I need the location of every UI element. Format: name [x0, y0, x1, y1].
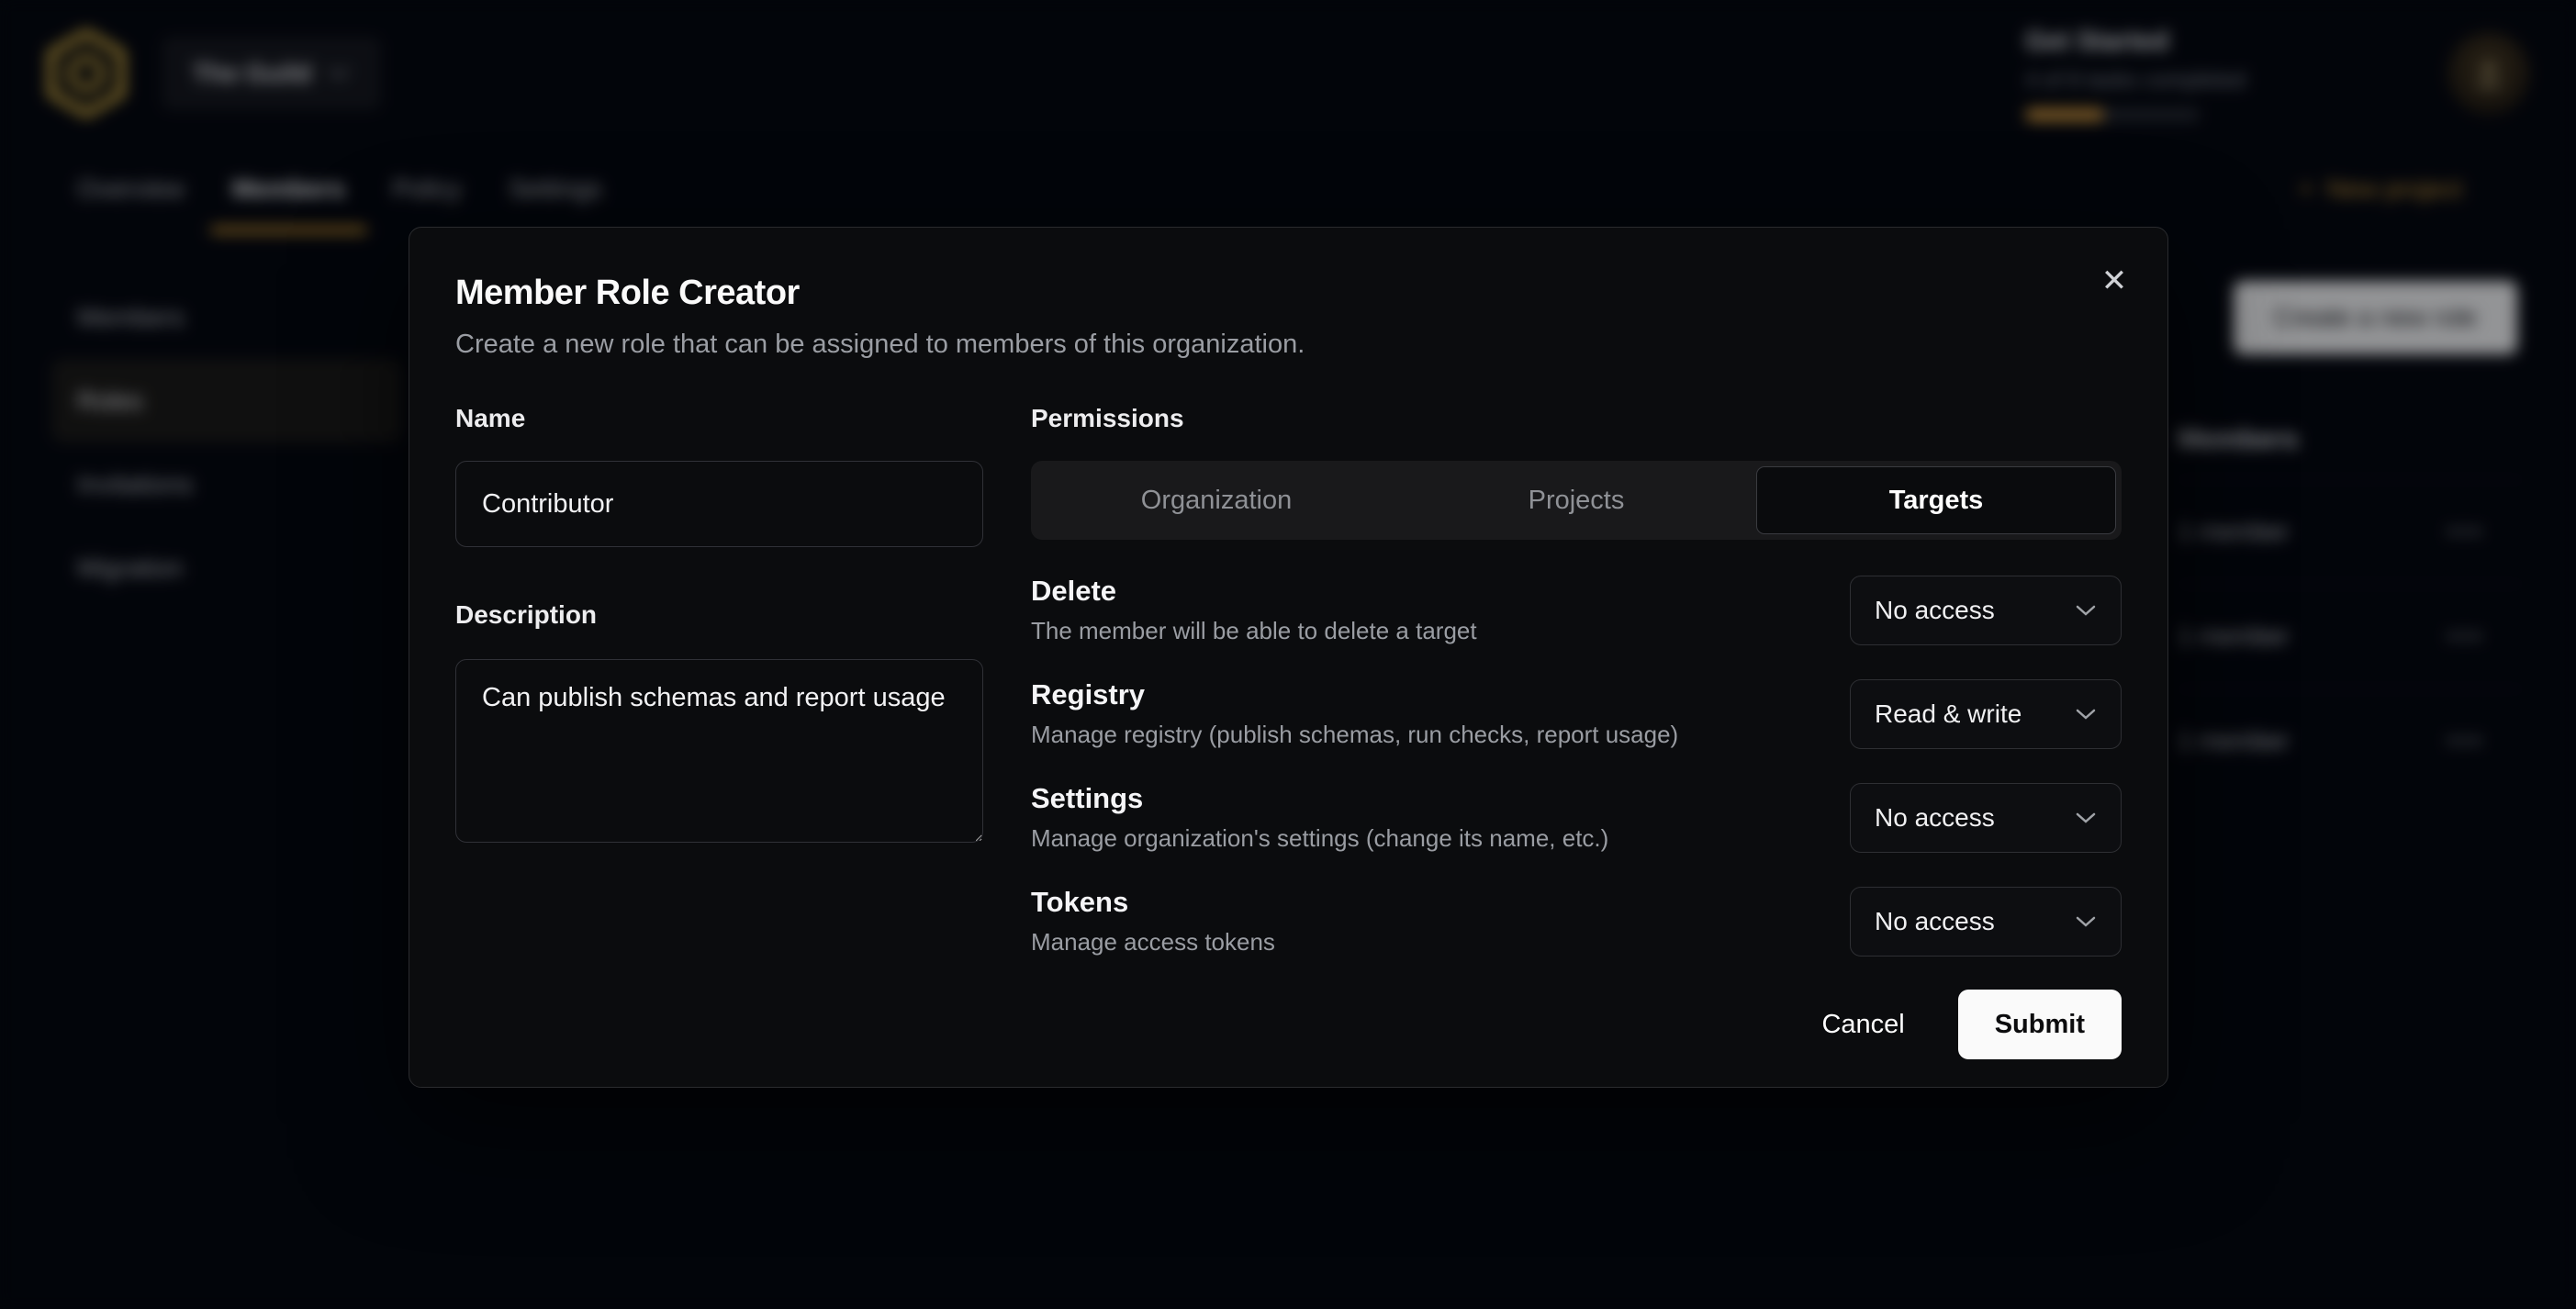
- cancel-button[interactable]: Cancel: [1821, 1010, 1904, 1040]
- submit-button[interactable]: Submit: [1958, 990, 2122, 1059]
- registry-access-select[interactable]: Read & write: [1850, 679, 2122, 749]
- permission-text: Settings Manage organization's settings …: [1031, 782, 1608, 853]
- tab-targets[interactable]: Targets: [1756, 466, 2116, 534]
- tab-projects-label: Projects: [1529, 486, 1625, 516]
- permission-row-delete: Delete The member will be able to delete…: [1031, 575, 2122, 645]
- permissions-column: Permissions Organization Projects Target…: [1031, 404, 2122, 1059]
- permission-row-registry: Registry Manage registry (publish schema…: [1031, 678, 2122, 749]
- permission-description: Manage access tokens: [1031, 928, 1275, 957]
- description-label: Description: [455, 600, 983, 630]
- select-value: No access: [1875, 803, 1995, 833]
- select-value: No access: [1875, 596, 1995, 625]
- chevron-down-icon: [2075, 914, 2097, 929]
- permission-title: Delete: [1031, 575, 1477, 608]
- delete-access-select[interactable]: No access: [1850, 576, 2122, 645]
- tab-targets-label: Targets: [1889, 486, 1984, 516]
- member-role-creator-modal: ✕ Member Role Creator Create a new role …: [409, 227, 2168, 1088]
- permission-title: Tokens: [1031, 886, 1275, 919]
- permission-row-settings: Settings Manage organization's settings …: [1031, 782, 2122, 853]
- description-field[interactable]: Can publish schemas and report usage: [455, 659, 983, 843]
- role-form-column: Name Description Can publish schemas and…: [455, 404, 983, 1059]
- permission-rows: Delete The member will be able to delete…: [1031, 575, 2122, 957]
- tab-projects[interactable]: Projects: [1396, 466, 1756, 534]
- modal-body: Name Description Can publish schemas and…: [455, 404, 2122, 1059]
- permission-description: Manage organization's settings (change i…: [1031, 824, 1608, 853]
- select-value: Read & write: [1875, 699, 2022, 729]
- modal-title: Member Role Creator: [455, 274, 2122, 313]
- select-value: No access: [1875, 907, 1995, 936]
- permission-description: The member will be able to delete a targ…: [1031, 617, 1477, 645]
- tab-organization-label: Organization: [1141, 486, 1292, 516]
- permission-title: Registry: [1031, 678, 1678, 711]
- modal-subtitle: Create a new role that can be assigned t…: [455, 330, 2122, 360]
- settings-access-select[interactable]: No access: [1850, 783, 2122, 853]
- modal-footer: Cancel Submit: [1031, 990, 2122, 1059]
- permission-scope-tabs: Organization Projects Targets: [1031, 461, 2122, 540]
- permission-description: Manage registry (publish schemas, run ch…: [1031, 721, 1678, 749]
- chevron-down-icon: [2075, 811, 2097, 825]
- chevron-down-icon: [2075, 707, 2097, 722]
- permission-text: Tokens Manage access tokens: [1031, 886, 1275, 957]
- tokens-access-select[interactable]: No access: [1850, 887, 2122, 957]
- name-label: Name: [455, 404, 983, 433]
- close-icon[interactable]: ✕: [2089, 255, 2140, 307]
- chevron-down-icon: [2075, 603, 2097, 618]
- permission-text: Delete The member will be able to delete…: [1031, 575, 1477, 645]
- permissions-label: Permissions: [1031, 404, 2122, 433]
- name-field[interactable]: [455, 461, 983, 547]
- permission-title: Settings: [1031, 782, 1608, 815]
- tab-organization[interactable]: Organization: [1036, 466, 1396, 534]
- permission-text: Registry Manage registry (publish schema…: [1031, 678, 1678, 749]
- permission-row-tokens: Tokens Manage access tokens No access: [1031, 886, 2122, 957]
